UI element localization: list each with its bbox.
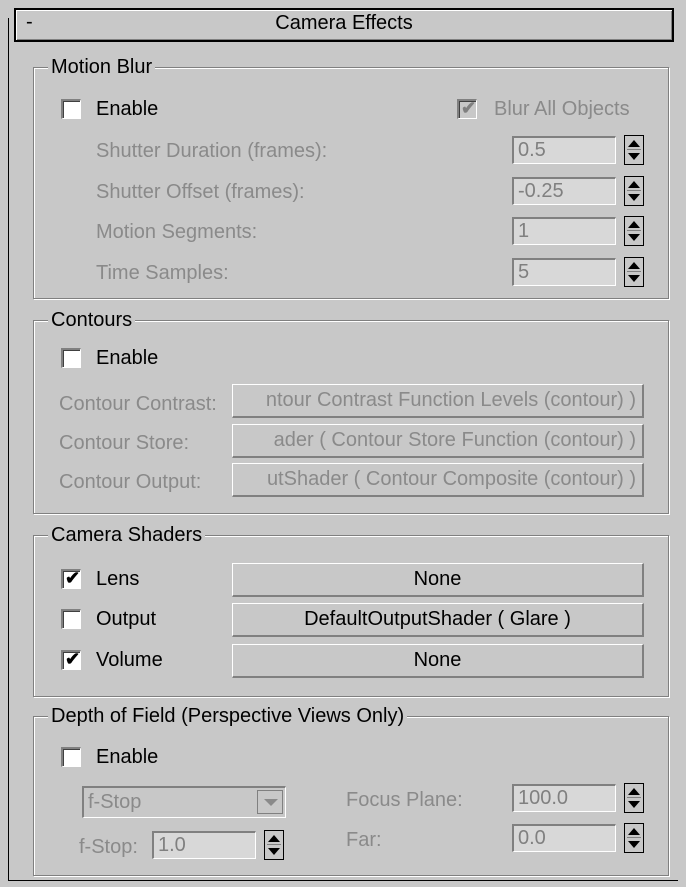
motion-blur-enable-label: Enable [96,98,159,120]
volume-checkbox[interactable]: ✔ [61,649,81,670]
contour-output-button[interactable]: utShader ( Contour Composite (contour) ) [232,463,644,497]
shutter-offset-spinner[interactable] [624,176,644,206]
rollout-title: Camera Effects [275,12,413,34]
blur-all-objects-checkbox[interactable]: ✔ [457,98,477,119]
motion-blur-enable-checkbox[interactable] [61,99,81,119]
far-spinner[interactable] [624,823,644,853]
time-samples-label: Time Samples: [96,262,229,284]
dof-mode-value: f-Stop [88,791,142,813]
shutter-offset-field[interactable]: -0.25 [512,177,616,205]
blur-all-objects-label: Blur All Objects [494,98,630,120]
lens-shader-button[interactable]: None [232,563,644,597]
contour-contrast-label: Contour Contrast: [59,393,217,415]
contour-contrast-button[interactable]: ntour Contrast Function Levels (contour)… [232,384,644,418]
fstop-label: f-Stop: [79,836,138,858]
dropdown-arrow-icon[interactable] [257,790,283,814]
contour-store-button[interactable]: ader ( Contour Store Function (contour) … [232,424,644,458]
output-shader-button[interactable]: DefaultOutputShader ( Glare ) [232,603,644,637]
checkmark-icon: ✔ [461,98,477,118]
dof-mode-select[interactable]: f-Stop [82,786,286,818]
shutter-duration-label: Shutter Duration (frames): [96,140,328,162]
group-title-depth-of-field: Depth of Field (Perspective Views Only) [48,704,408,728]
lens-checkbox[interactable]: ✔ [61,568,81,589]
motion-segments-field[interactable]: 1 [512,217,616,245]
contour-output-label: Contour Output: [59,471,202,493]
fstop-field[interactable]: 1.0 [152,831,256,859]
checkmark-icon: ✔ [65,568,81,588]
group-title-contours: Contours [48,308,136,332]
motion-segments-label: Motion Segments: [96,221,258,243]
shutter-duration-field[interactable]: 0.5 [512,136,616,164]
focus-plane-field[interactable]: 100.0 [512,784,616,812]
contours-enable-checkbox[interactable] [61,348,81,368]
checkmark-icon: ✔ [65,649,81,669]
contour-store-label: Contour Store: [59,432,190,454]
motion-segments-spinner[interactable] [624,216,644,246]
volume-shader-button[interactable]: None [232,644,644,678]
lens-label: Lens [96,568,140,590]
shutter-offset-label: Shutter Offset (frames): [96,181,305,203]
far-label: Far: [346,829,382,851]
fstop-spinner[interactable] [264,830,284,860]
volume-label: Volume [96,649,163,671]
output-checkbox[interactable] [61,609,81,629]
focus-plane-label: Focus Plane: [346,789,463,811]
dof-enable-label: Enable [96,746,159,768]
time-samples-spinner[interactable] [624,257,644,287]
group-title-motion-blur: Motion Blur [48,55,156,79]
contour-output-button-text: utShader ( Contour Composite (contour) ) [266,468,636,490]
dof-enable-checkbox[interactable] [61,747,81,767]
rollout-header-camera-effects[interactable]: - Camera Effects [14,8,674,42]
contours-enable-label: Enable [96,347,159,369]
shutter-duration-spinner[interactable] [624,135,644,165]
far-field[interactable]: 0.0 [512,824,616,852]
focus-plane-spinner[interactable] [624,783,644,813]
rollout-frame-left [8,18,9,880]
time-samples-field[interactable]: 5 [512,258,616,286]
contour-contrast-button-text: ntour Contrast Function Levels (contour)… [265,389,636,411]
rollout-frame-bottom [8,880,678,881]
output-label: Output [96,608,157,630]
contour-store-button-text: ader ( Contour Store Function (contour) … [273,429,636,451]
group-title-camera-shaders: Camera Shaders [48,523,206,547]
